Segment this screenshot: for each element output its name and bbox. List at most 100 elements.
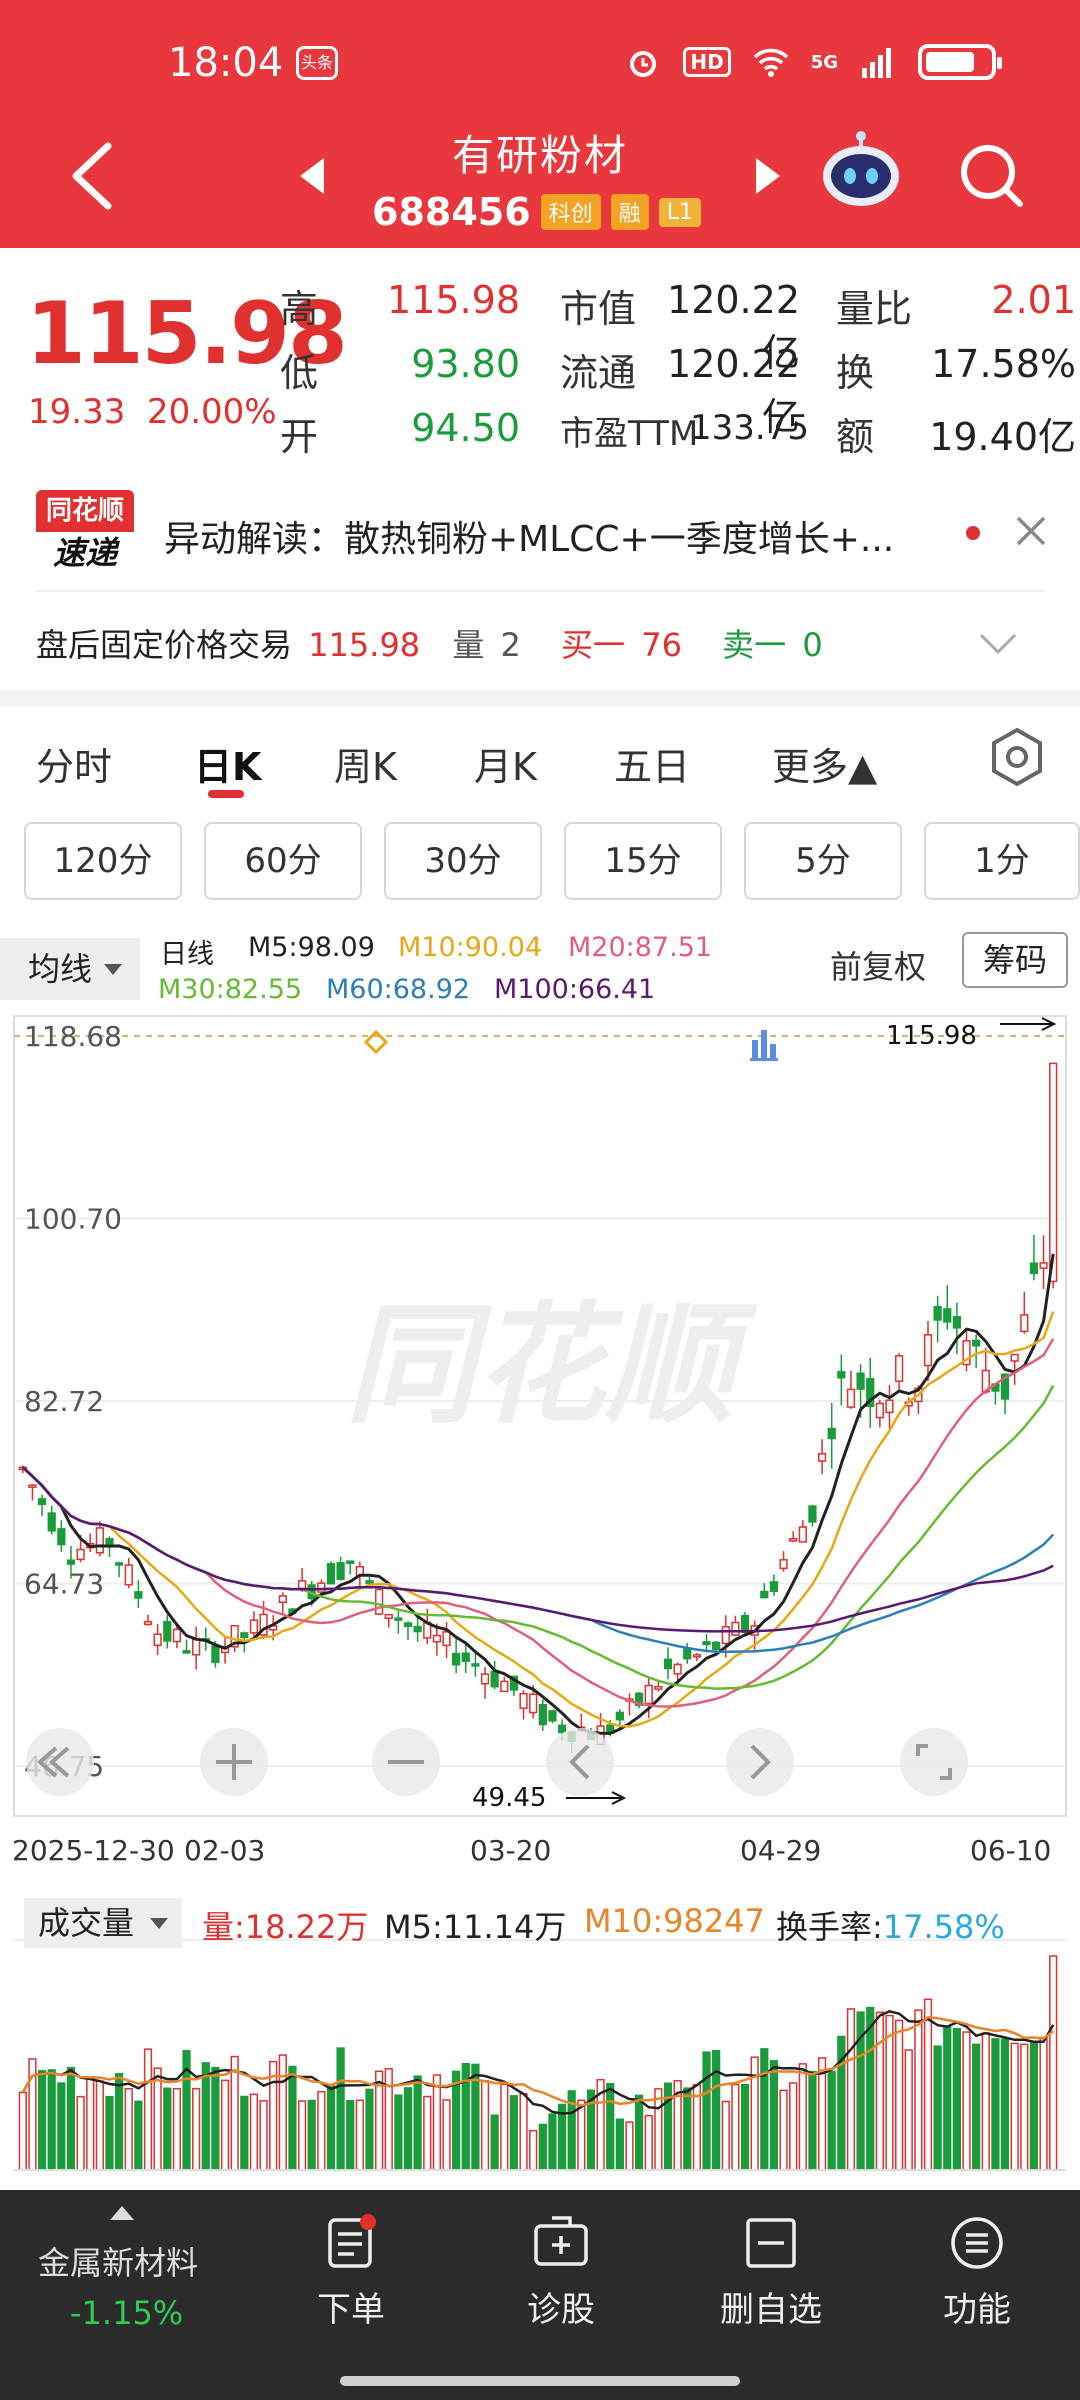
volume-bar <box>702 2051 711 2171</box>
volume-label: 量:18.22万 <box>202 1908 369 1946</box>
nav-functions[interactable]: 功能 <box>912 2214 1042 2331</box>
price-change-pct: 20.00% <box>146 392 277 432</box>
volume-bar <box>124 2088 133 2171</box>
volume-ratio-value: 2.01 <box>991 278 1076 322</box>
volume-bar <box>644 2114 653 2171</box>
volume-bar <box>798 2063 807 2171</box>
vol-m10-label: M10:98247 <box>584 1902 765 1940</box>
status-time: 18:04 <box>168 40 284 86</box>
nav-order-label: 下单 <box>317 2290 385 2330</box>
search-icon[interactable] <box>956 140 1026 210</box>
volume-indicator-select[interactable]: 成交量 <box>24 1898 183 1948</box>
nav-remove-watchlist[interactable]: 删自选 <box>706 2214 836 2331</box>
volume-bar <box>914 2009 923 2171</box>
volume-bar <box>76 2095 85 2171</box>
candle-body <box>490 1670 499 1688</box>
candle-body <box>692 1654 702 1658</box>
candle-body <box>442 1631 451 1647</box>
volume-bars <box>18 1955 1058 2171</box>
adjust-mode-button[interactable]: 前复权 <box>830 942 926 988</box>
tab-more[interactable]: 更多▲ <box>772 736 877 791</box>
candle-body <box>346 1560 355 1564</box>
after-hours-row[interactable]: 盘后固定价格交易 115.98 量 2 买一 76 卖一 0 <box>36 620 829 666</box>
bar-chart-event-icon[interactable] <box>750 1030 778 1061</box>
candle-body <box>134 1591 143 1599</box>
chip-distribution-button[interactable]: 筹码 <box>962 932 1068 988</box>
news-text: 异动解读：散热铜粉+MLCC+一季度增长+... <box>164 519 895 560</box>
open-label: 开 <box>280 415 319 459</box>
volume-bar <box>577 2099 586 2171</box>
assistant-robot-icon[interactable] <box>818 130 904 216</box>
candle-body <box>923 1334 933 1367</box>
period-15min[interactable]: 15分 <box>564 822 722 900</box>
volume-bar <box>143 2048 153 2171</box>
tab-monthly-k[interactable]: 月K <box>474 736 537 791</box>
volume-bar <box>1020 2043 1029 2171</box>
after-hours-vol-label: 量 <box>452 626 485 664</box>
period-1min[interactable]: 1分 <box>924 822 1080 900</box>
candle-body <box>789 1537 798 1542</box>
period-30min[interactable]: 30分 <box>384 822 542 900</box>
nav-functions-label: 功能 <box>943 2290 1011 2330</box>
divider <box>36 590 1044 592</box>
tab-intraday[interactable]: 分时 <box>36 736 112 791</box>
nav-order[interactable]: 下单 <box>286 2214 416 2331</box>
candle-body <box>644 1684 653 1705</box>
after-hours-price: 115.98 <box>308 626 421 664</box>
next-stock-arrow-icon[interactable] <box>756 158 780 194</box>
candlestick-chart[interactable]: 同花顺 118.68100.7082.7264.7346.75 2025-12-… <box>0 1010 1080 1890</box>
volume-bar <box>365 2088 374 2171</box>
candle-body <box>57 1528 66 1546</box>
volume-ratio-label: 量比 <box>836 287 913 331</box>
volume-bar <box>875 2011 884 2171</box>
ma-indicator-select[interactable]: 均线 <box>0 938 140 1000</box>
candle-body <box>163 1620 172 1642</box>
volume-bar <box>249 2093 259 2171</box>
volume-bar <box>750 2056 759 2171</box>
fast-rewind-button[interactable] <box>26 1728 94 1796</box>
x-tick-label: 06-10 <box>970 1834 1051 1867</box>
fullscreen-button[interactable] <box>900 1728 968 1796</box>
volume-bar <box>220 2079 230 2171</box>
close-icon[interactable] <box>1014 514 1048 548</box>
zoom-in-button[interactable] <box>200 1728 268 1796</box>
stock-code: 688456 <box>372 190 531 234</box>
period-5min[interactable]: 5分 <box>744 822 902 900</box>
candle-body <box>336 1562 345 1580</box>
zoom-out-button[interactable] <box>372 1728 440 1796</box>
candle-body <box>721 1626 730 1645</box>
candle-body <box>1049 1062 1058 1283</box>
tab-five-day[interactable]: 五日 <box>614 736 690 791</box>
tab-weekly-k[interactable]: 周K <box>334 736 397 791</box>
period-120min[interactable]: 120分 <box>24 822 182 900</box>
nav-diagnose[interactable]: 诊股 <box>496 2214 626 2331</box>
bid1-label: 买一 <box>561 626 626 664</box>
period-60min[interactable]: 60分 <box>204 822 362 900</box>
volume-bar <box>211 2066 220 2171</box>
nav-diagnose-label: 诊股 <box>527 2290 595 2330</box>
sector-name[interactable]: 金属新材料 <box>38 2238 198 2284</box>
low-value: 93.80 <box>411 342 520 386</box>
volume-bar <box>423 2095 432 2171</box>
scroll-right-button[interactable] <box>726 1728 794 1796</box>
x-tick-label: 02-03 <box>184 1834 265 1867</box>
candle-body <box>153 1633 162 1647</box>
active-tab-indicator <box>208 790 244 798</box>
scroll-left-button[interactable] <box>546 1728 614 1796</box>
expand-up-icon[interactable] <box>110 2206 134 2220</box>
volume-bar <box>105 2095 114 2171</box>
settings-hexagon-icon[interactable] <box>986 726 1048 788</box>
candle-body <box>817 1453 827 1462</box>
chevron-down-icon[interactable] <box>978 632 1018 656</box>
hd-icon: HD <box>683 47 731 77</box>
high-value: 115.98 <box>387 278 520 322</box>
volume-bar <box>952 2027 962 2171</box>
stock-name: 有研粉材 <box>451 131 628 180</box>
battery-icon <box>918 44 1002 80</box>
tab-daily-k[interactable]: 日K <box>194 736 261 791</box>
volume-bar <box>538 2123 547 2171</box>
candle-body <box>76 1548 85 1561</box>
stock-code-row: 688456 科创 融 L1 <box>372 190 701 234</box>
candle-body <box>837 1371 846 1379</box>
news-banner[interactable]: 同花顺 速递 异动解读：散热铜粉+MLCC+一季度增长+... <box>0 470 1080 590</box>
